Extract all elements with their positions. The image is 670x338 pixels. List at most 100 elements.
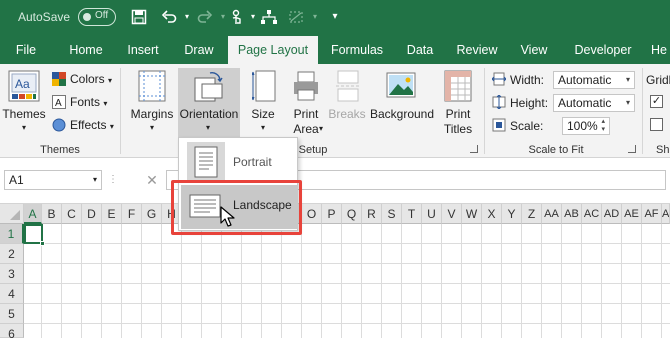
colors-button[interactable]: Colors ▾ [70, 72, 112, 86]
margins-dropdown-icon[interactable]: ▾ [146, 121, 158, 135]
tab-developer[interactable]: Developer [566, 36, 640, 64]
scale-spinner[interactable]: 100% ▴ ▾ [562, 117, 610, 135]
fill-handle[interactable] [40, 241, 45, 246]
column-header[interactable]: O [302, 204, 322, 224]
column-header[interactable]: R [362, 204, 382, 224]
background-icon[interactable] [386, 70, 416, 105]
row-header[interactable]: 5 [0, 304, 24, 324]
margins-button[interactable]: Margins [128, 107, 176, 121]
scale-to-fit-launcher-icon[interactable] [628, 145, 636, 153]
size-button[interactable]: Size [246, 107, 280, 121]
grid-column-line [621, 224, 622, 338]
grid-column-line [421, 224, 422, 338]
customize-toolbar-icon[interactable]: ▾ [324, 6, 346, 28]
breaks-button[interactable]: Breaks [326, 107, 368, 121]
row-header-1[interactable]: 1 [0, 224, 24, 244]
print-area-line1[interactable]: Print [286, 107, 326, 121]
orientation-icon[interactable] [192, 70, 226, 105]
column-header[interactable]: V [442, 204, 462, 224]
print-titles-line2[interactable]: Titles [438, 122, 478, 136]
column-header[interactable]: S [382, 204, 402, 224]
tab-page-layout[interactable]: Page Layout [228, 36, 318, 64]
column-header[interactable]: T [402, 204, 422, 224]
column-header[interactable]: W [462, 204, 482, 224]
size-icon[interactable] [251, 70, 276, 105]
column-header[interactable]: X [482, 204, 502, 224]
column-header[interactable]: U [422, 204, 442, 224]
tab-home[interactable]: Home [60, 36, 112, 64]
column-header[interactable]: AE [622, 204, 642, 224]
column-header[interactable]: C [62, 204, 82, 224]
column-header[interactable]: AC [582, 204, 602, 224]
page-setup-launcher-icon[interactable] [470, 145, 478, 153]
grid-column-line [641, 224, 642, 338]
column-header[interactable]: D [82, 204, 102, 224]
size-dropdown-icon[interactable]: ▾ [257, 121, 269, 135]
grid-column-line [561, 224, 562, 338]
column-header[interactable]: G [142, 204, 162, 224]
column-header[interactable]: Z [522, 204, 542, 224]
grid-column-line [361, 224, 362, 338]
tab-view[interactable]: View [512, 36, 556, 64]
tab-review[interactable]: Review [450, 36, 504, 64]
print-titles-icon[interactable] [444, 70, 472, 105]
grid-column-line [201, 224, 202, 338]
row-header[interactable]: 3 [0, 264, 24, 284]
hierarchy-icon[interactable] [258, 6, 280, 28]
column-header[interactable]: AD [602, 204, 622, 224]
autosave-toggle[interactable]: Off [78, 8, 116, 26]
tab-file[interactable]: File [8, 36, 44, 64]
grid-column-line [241, 224, 242, 338]
shapes-dropdown-icon[interactable]: ▾ [304, 6, 326, 28]
row-header[interactable]: 6 [0, 324, 24, 338]
tab-data[interactable]: Data [398, 36, 442, 64]
orientation-dropdown-icon[interactable]: ▾ [202, 121, 214, 135]
column-header[interactable]: A [662, 204, 670, 224]
themes-dropdown-icon[interactable]: ▾ [18, 121, 30, 135]
gridlines-view-checkbox[interactable]: ✓ [650, 95, 663, 108]
width-select[interactable]: Automatic ▾ [553, 71, 635, 89]
colors-dropdown-icon: ▾ [108, 76, 113, 85]
grid-column-line [661, 224, 662, 338]
print-titles-line1[interactable]: Print [438, 107, 478, 121]
spreadsheet-grid: A B C D E F G H I J K L M N O P Q R S T … [0, 204, 670, 338]
grid-column-line [121, 224, 122, 338]
column-header[interactable]: E [102, 204, 122, 224]
margins-icon[interactable] [138, 70, 166, 105]
row-header[interactable]: 2 [0, 244, 24, 264]
column-header[interactable]: Q [342, 204, 362, 224]
row-header[interactable]: 4 [0, 284, 24, 304]
column-header-a[interactable]: A [24, 204, 42, 224]
save-icon[interactable] [128, 6, 150, 28]
tab-formulas[interactable]: Formulas [324, 36, 390, 64]
column-header[interactable]: B [42, 204, 62, 224]
formula-bar-grip-icon[interactable]: ⋮ [108, 170, 118, 190]
width-label: Width: [510, 73, 545, 87]
column-header[interactable]: AA [542, 204, 562, 224]
column-header[interactable]: AB [562, 204, 582, 224]
tab-draw[interactable]: Draw [176, 36, 222, 64]
print-area-dropdown-icon[interactable]: ▾ [316, 122, 326, 136]
column-header[interactable]: AF [642, 204, 662, 224]
gridlines-print-checkbox[interactable] [650, 118, 663, 131]
column-header[interactable]: Y [502, 204, 522, 224]
fonts-button[interactable]: Fonts ▾ [70, 95, 107, 109]
cancel-icon[interactable]: ✕ [140, 170, 164, 190]
grid-column-line [321, 224, 322, 338]
tab-help[interactable]: He [646, 36, 670, 64]
themes-icon[interactable]: Aa [8, 70, 40, 105]
height-select[interactable]: Automatic ▾ [553, 94, 635, 112]
column-header[interactable]: F [122, 204, 142, 224]
colors-icon [52, 72, 66, 89]
name-box[interactable]: A1 ▾ [4, 170, 102, 190]
themes-button[interactable]: Themes [2, 107, 46, 121]
portrait-option[interactable]: Portrait [181, 140, 297, 184]
select-all-corner[interactable] [0, 204, 24, 224]
effects-button[interactable]: Effects ▾ [70, 118, 114, 132]
background-button[interactable]: Background [368, 107, 436, 121]
breaks-icon[interactable] [336, 70, 360, 105]
fonts-label: Fonts [70, 95, 101, 109]
tab-insert[interactable]: Insert [120, 36, 166, 64]
print-area-icon[interactable] [292, 70, 320, 105]
column-header[interactable]: P [322, 204, 342, 224]
